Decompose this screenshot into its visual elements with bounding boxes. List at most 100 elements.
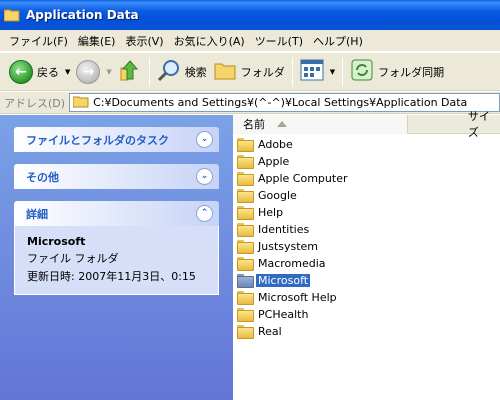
folder-icon — [237, 308, 254, 322]
column-header: 名前 サイズ — [233, 110, 500, 139]
search-icon — [157, 58, 181, 85]
folder-icon — [237, 291, 254, 305]
folder-icon — [237, 138, 254, 152]
list-item[interactable]: Microsoft Help — [233, 289, 411, 306]
details-header[interactable]: 詳細 ⌃ — [14, 201, 219, 226]
search-button[interactable]: 検索 — [154, 57, 210, 87]
folder-sync-button[interactable]: フォルダ同期 — [347, 57, 447, 87]
file-list: Adobe Apple Apple Computer Google Help Identi… — [233, 136, 411, 340]
list-item[interactable]: Real — [233, 323, 411, 340]
toolbar-separator — [148, 57, 150, 86]
file-name: Macromedia — [258, 257, 326, 270]
details-panel: 詳細 ⌃ Microsoft ファイル フォルダ 更新日時: 2007年11月3… — [14, 201, 219, 295]
file-name: Apple — [258, 155, 290, 168]
column-size-label: サイズ — [467, 110, 490, 139]
file-name: Identities — [258, 223, 310, 236]
detail-type: ファイル フォルダ — [27, 252, 119, 265]
column-size-header[interactable]: サイズ — [408, 110, 500, 139]
other-places-title: その他 — [26, 170, 59, 184]
file-name: Real — [258, 325, 282, 338]
list-item[interactable]: Google — [233, 187, 411, 204]
list-item[interactable]: Macromedia — [233, 255, 411, 272]
back-button[interactable]: ← 戻る ▼ — [6, 57, 73, 87]
forward-dropdown-icon[interactable]: ▼ — [106, 68, 111, 76]
views-icon — [300, 59, 324, 84]
title-bar[interactable]: Application Data — [0, 0, 500, 30]
file-tasks-header[interactable]: ファイルとフォルダのタスク ⌄ — [14, 127, 219, 152]
folder-icon — [237, 257, 254, 271]
folder-icon — [237, 155, 254, 169]
detail-modified: 更新日時: 2007年11月3日、0:15 — [27, 270, 196, 283]
file-name: Justsystem — [258, 240, 319, 253]
folder-icon — [72, 95, 89, 111]
back-arrow-icon: ← — [9, 59, 33, 84]
views-button[interactable]: ▼ — [297, 57, 338, 87]
toolbar-separator — [342, 57, 344, 86]
window-title: Application Data — [26, 8, 139, 22]
file-name: Help — [258, 206, 284, 219]
menu-favorites[interactable]: お気に入り(A) — [169, 33, 250, 49]
list-item[interactable]: Adobe — [233, 136, 411, 153]
folder-icon — [3, 8, 20, 22]
file-name: Microsoft — [256, 274, 311, 287]
up-folder-icon — [118, 58, 142, 85]
address-path: C:¥Documents and Settings¥(^-^)¥Local Se… — [93, 96, 468, 109]
folder-icon — [237, 240, 254, 254]
file-name: Google — [258, 189, 297, 202]
folder-icon — [237, 223, 254, 237]
expand-chevron-icon[interactable]: ⌄ — [196, 168, 213, 185]
folder-sync-label: フォルダ同期 — [378, 65, 445, 79]
folders-button[interactable]: フォルダ — [210, 57, 288, 87]
folder-icon — [237, 172, 254, 186]
list-item[interactable]: Apple Computer — [233, 170, 411, 187]
up-button[interactable] — [115, 57, 145, 87]
sync-icon — [350, 58, 374, 85]
expand-chevron-icon[interactable]: ⌄ — [196, 131, 213, 148]
folder-icon — [237, 325, 254, 339]
collapse-chevron-icon[interactable]: ⌃ — [196, 205, 213, 222]
file-name: PCHealth — [258, 308, 309, 321]
menu-view[interactable]: 表示(V) — [120, 33, 168, 49]
back-dropdown-icon[interactable]: ▼ — [65, 68, 70, 76]
sort-ascending-icon — [277, 121, 287, 127]
forward-button[interactable]: → ▼ — [73, 57, 114, 87]
details-body: Microsoft ファイル フォルダ 更新日時: 2007年11月3日、0:1… — [14, 226, 219, 295]
folders-label: フォルダ — [240, 65, 285, 79]
other-places-header[interactable]: その他 ⌄ — [14, 164, 219, 189]
menu-file[interactable]: ファイル(F) — [4, 33, 73, 49]
list-item[interactable]: PCHealth — [233, 306, 411, 323]
menu-bar: ファイル(F) 編集(E) 表示(V) お気に入り(A) ツール(T) ヘルプ(… — [0, 30, 500, 52]
file-tasks-title: ファイルとフォルダのタスク — [26, 133, 169, 147]
toolbar: ← 戻る ▼ → ▼ 検索 フォルダ ▼ フォルダ同期 — [0, 53, 500, 91]
address-input[interactable]: C:¥Documents and Settings¥(^-^)¥Local Se… — [69, 93, 500, 112]
toolbar-separator — [291, 57, 293, 86]
list-item[interactable]: Identities — [233, 221, 411, 238]
list-item[interactable]: Apple — [233, 153, 411, 170]
file-list-view[interactable]: 名前 サイズ Adobe Apple Apple Computer Google Hel… — [233, 110, 500, 400]
menu-help[interactable]: ヘルプ(H) — [308, 33, 368, 49]
list-item[interactable]: Help — [233, 204, 411, 221]
column-name-header[interactable]: 名前 — [233, 114, 408, 134]
forward-arrow-icon: → — [76, 59, 101, 84]
back-label: 戻る — [37, 65, 59, 79]
menu-edit[interactable]: 編集(E) — [73, 33, 121, 49]
folders-icon — [213, 58, 237, 85]
menu-tools[interactable]: ツール(T) — [250, 33, 308, 49]
address-label: アドレス(D) — [4, 96, 66, 110]
folder-icon — [237, 206, 254, 220]
detail-name: Microsoft — [27, 235, 86, 248]
file-tasks-panel: ファイルとフォルダのタスク ⌄ — [14, 127, 219, 152]
folder-icon — [237, 189, 254, 203]
column-name-label: 名前 — [243, 118, 265, 131]
other-places-panel: その他 ⌄ — [14, 164, 219, 189]
views-dropdown-icon[interactable]: ▼ — [330, 68, 335, 76]
list-item[interactable]: Microsoft — [233, 272, 411, 289]
search-label: 検索 — [184, 65, 207, 79]
file-name: Apple Computer — [258, 172, 348, 185]
folder-icon — [237, 274, 254, 288]
task-pane: ファイルとフォルダのタスク ⌄ その他 ⌄ 詳細 ⌃ Microsoft ファイ… — [0, 115, 233, 400]
file-name: Microsoft Help — [258, 291, 337, 304]
list-item[interactable]: Justsystem — [233, 238, 411, 255]
details-title: 詳細 — [26, 207, 48, 221]
file-name: Adobe — [258, 138, 293, 151]
